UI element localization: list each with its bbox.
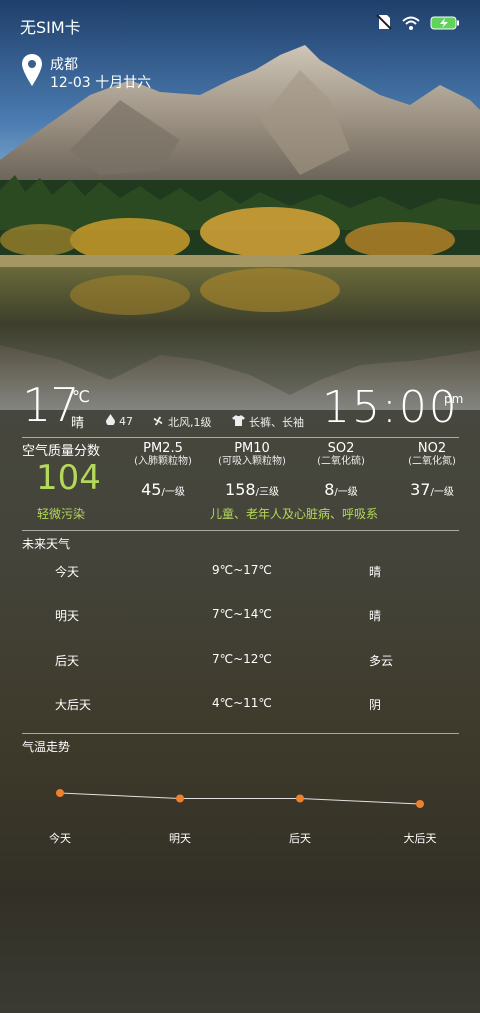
trend-point [416, 800, 424, 808]
location-pin-icon[interactable] [22, 54, 42, 90]
forecast-condition: 阴 [369, 698, 382, 712]
forecast-temp: 7℃~12℃ [212, 652, 272, 666]
humidity: 47 [106, 414, 133, 428]
pollutant-value: 37 [410, 480, 431, 499]
forecast-condition: 多云 [369, 654, 394, 668]
temperature-trend-chart: 今天 明天 后天 大后天 [49, 789, 437, 845]
pollutant-value: 158 [225, 480, 256, 499]
forecast-day: 明天 [55, 609, 80, 623]
forecast-day: 后天 [55, 654, 80, 668]
forecast-row[interactable]: 今天 9℃~17℃ 晴 [0, 563, 480, 583]
pollutant-value: 45 [141, 480, 162, 499]
pollutant-so2: SO2 (二氧化硫) 8/一级 [296, 441, 386, 500]
pollutant-desc: (可吸入颗粒物) [218, 456, 286, 467]
temperature-unit: ℃ [72, 387, 90, 406]
status-icons [376, 14, 460, 34]
forecast-day: 今天 [55, 565, 80, 579]
trend-point [176, 794, 184, 803]
pollutant-desc: (入肺颗粒物) [134, 456, 192, 467]
clothing: 长裤、长袖 [232, 414, 304, 430]
aqi-value: 104 [36, 458, 101, 498]
trend-point [296, 794, 304, 803]
no-sim-icon [376, 14, 392, 34]
forecast-temp: 7℃~14℃ [212, 607, 272, 621]
pollutant-value: 8 [324, 480, 335, 499]
forecast-row[interactable]: 明天 7℃~14℃ 晴 [0, 607, 480, 627]
trend-x-label: 明天 [169, 832, 191, 845]
pollutant-desc: (二氧化硫) [317, 456, 365, 467]
trend-x-label: 后天 [289, 832, 311, 845]
trend-title: 气温走势 [22, 740, 71, 754]
droplet-icon [106, 414, 115, 428]
pollutant-pm10: PM10 (可吸入颗粒物) 158/三级 [207, 441, 297, 500]
divider [22, 733, 459, 734]
forecast-condition: 晴 [369, 565, 382, 579]
clothing-value: 长裤、长袖 [249, 416, 304, 429]
city-name[interactable]: 成都 [50, 54, 78, 74]
pollutant-name: SO2 [327, 441, 355, 456]
forecast-temp: 9℃~17℃ [212, 563, 272, 577]
date-label: 12-03 十月廿六 [50, 75, 152, 91]
forecast-title: 未来天气 [22, 537, 71, 551]
pollutant-pm25: PM2.5 (入肺颗粒物) 45/一级 [118, 441, 208, 500]
clock-time: 15:00 [322, 382, 459, 433]
divider [22, 530, 459, 531]
pollutant-grade: /三级 [255, 487, 279, 498]
trend-point [56, 789, 64, 797]
trend-x-label: 大后天 [404, 831, 437, 845]
pollutant-grade: /一级 [430, 487, 454, 498]
shirt-icon [232, 415, 245, 429]
pollutant-name: PM10 [234, 441, 270, 456]
pollutant-grade: /一级 [334, 487, 358, 498]
forecast-row[interactable]: 后天 7℃~12℃ 多云 [0, 652, 480, 672]
divider [22, 437, 459, 438]
forecast-day: 大后天 [55, 698, 92, 712]
current-condition: 晴 [71, 416, 85, 431]
wind-value: 北风,1级 [168, 416, 212, 429]
trend-line [59, 792, 421, 805]
fan-icon [152, 415, 164, 430]
forecast-temp: 4℃~11℃ [212, 696, 272, 710]
pollutant-name: PM2.5 [143, 441, 183, 456]
pollutant-desc: (二氧化氮) [408, 456, 456, 467]
clock-ampm: pm [444, 392, 464, 406]
aqi-title: 空气质量分数 [22, 444, 101, 459]
forecast-row[interactable]: 大后天 4℃~11℃ 阴 [0, 696, 480, 716]
aqi-level: 轻微污染 [37, 507, 86, 521]
pollutant-grade: /一级 [161, 487, 185, 498]
forecast-condition: 晴 [369, 609, 382, 623]
pollutant-no2: NO2 (二氧化氮) 37/一级 [387, 441, 477, 500]
carrier-label: 无SIM卡 [20, 18, 81, 37]
aqi-advice: 儿童、老年人及心脏病、呼吸系 [210, 507, 379, 521]
battery-charging-icon [430, 15, 460, 34]
wind: 北风,1级 [152, 414, 212, 430]
wifi-icon [402, 15, 420, 34]
trend-x-label: 今天 [49, 831, 71, 845]
humidity-value: 47 [119, 414, 133, 428]
pollutant-name: NO2 [417, 441, 447, 456]
